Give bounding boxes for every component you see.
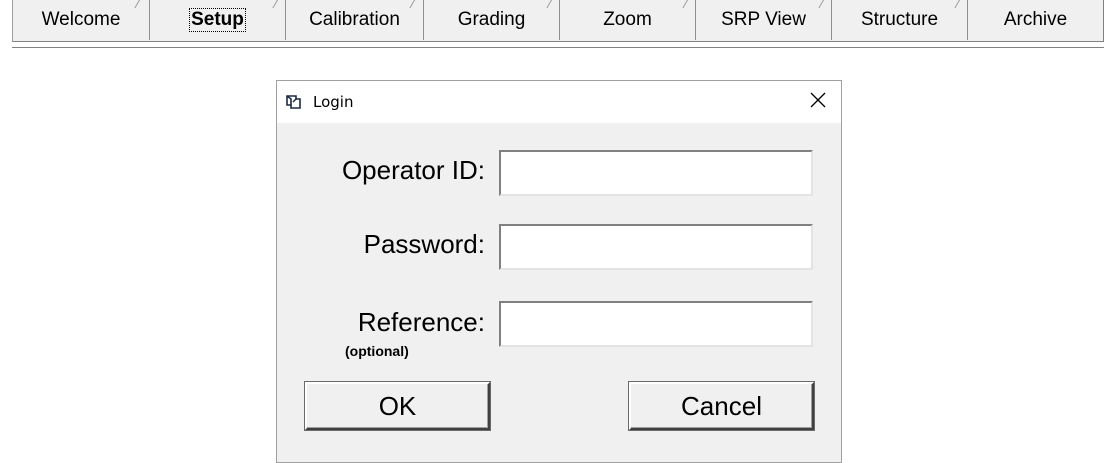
- operator-id-input[interactable]: [499, 150, 813, 196]
- dialog-title: Login: [313, 93, 354, 111]
- tab-zoom[interactable]: Zoom: [560, 0, 695, 40]
- reference-input[interactable]: [499, 301, 813, 347]
- tab-welcome[interactable]: Welcome: [13, 0, 149, 40]
- tab-structure[interactable]: Structure: [832, 0, 967, 40]
- operator-id-label: Operator ID:: [341, 155, 485, 185]
- tab-label: Archive: [1003, 9, 1068, 30]
- close-button[interactable]: [803, 89, 833, 115]
- reference-label: Reference:: [357, 307, 485, 337]
- tab-label: SRP View: [721, 9, 806, 30]
- password-input[interactable]: [499, 224, 813, 270]
- cancel-button[interactable]: Cancel: [629, 382, 814, 430]
- tab-label: Setup: [189, 8, 246, 32]
- login-window-icon: [285, 94, 303, 110]
- tab-label: Calibration: [309, 9, 400, 30]
- tab-grading[interactable]: Grading: [424, 0, 559, 40]
- tab-calibration[interactable]: Calibration: [286, 0, 423, 40]
- tab-page-divider: [12, 47, 1104, 48]
- tab-label: Grading: [457, 9, 526, 30]
- dialog-titlebar[interactable]: Login: [277, 81, 841, 123]
- reference-optional-note: (optional): [345, 343, 409, 359]
- ok-button[interactable]: OK: [305, 382, 490, 430]
- tab-archive[interactable]: Archive: [968, 0, 1103, 40]
- password-label: Password:: [363, 229, 485, 259]
- close-icon: [810, 92, 826, 113]
- tab-label: Zoom: [603, 9, 652, 30]
- tab-label: Structure: [860, 9, 939, 30]
- tab-srp-view[interactable]: SRP View: [696, 0, 831, 40]
- tab-label: Welcome: [41, 9, 121, 30]
- tab-bar: Welcome Setup Calibration Grading Zoom S…: [12, 0, 1104, 42]
- login-dialog: Login Operator ID: Password: Reference: …: [276, 80, 842, 463]
- tab-setup[interactable]: Setup: [150, 0, 285, 40]
